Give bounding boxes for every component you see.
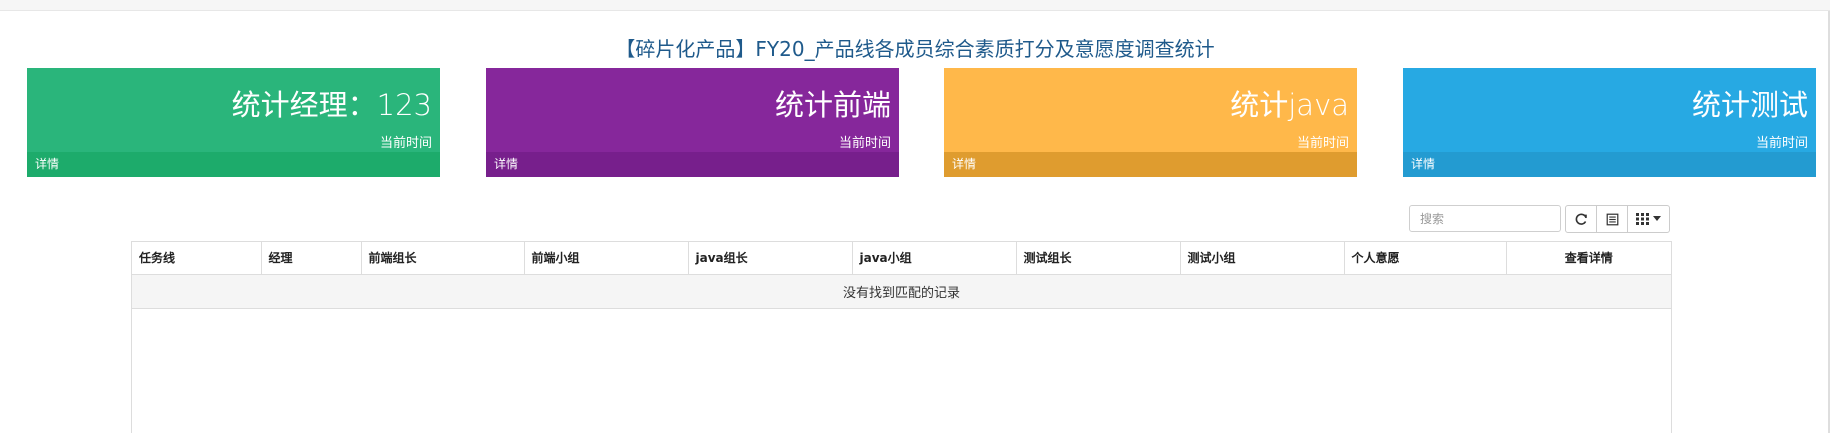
card-detail-link[interactable]: 详情 [27,152,440,177]
top-bar [0,0,1830,11]
card-body: 统计测试 当前时间 [1403,68,1816,152]
card-body: 统计java 当前时间 [944,68,1357,152]
card-time: 当前时间 [1296,136,1349,151]
column-header-test-lead[interactable]: 测试组长 [1016,242,1181,275]
search-input[interactable] [1409,205,1561,232]
refresh-icon [1575,213,1587,225]
card-time: 当前时间 [1755,136,1808,151]
column-header-manager[interactable]: 经理 [261,242,362,275]
stat-card-manager: 统计经理：123 当前时间 详情 [27,68,440,177]
card-body: 统计前端 当前时间 [486,68,899,152]
column-header-view-details[interactable]: 查看详情 [1506,242,1671,275]
stat-card-java: 统计java 当前时间 详情 [944,68,1357,177]
card-detail-link[interactable]: 详情 [1403,152,1816,177]
column-header-frontend-group[interactable]: 前端小组 [524,242,689,275]
column-header-java-group[interactable]: java小组 [852,242,1017,275]
column-header-task-line[interactable]: 任务线 [132,242,262,275]
card-time: 当前时间 [838,136,891,151]
column-header-java-lead[interactable]: java组长 [688,242,853,275]
toggle-view-button[interactable] [1596,205,1628,233]
caret-down-icon [1653,216,1661,221]
stat-card-frontend: 统计前端 当前时间 详情 [486,68,899,177]
column-header-personal-willingness[interactable]: 个人意愿 [1344,242,1507,275]
card-value: 统计测试 [1691,88,1808,122]
table-header-row: 任务线 经理 前端组长 前端小组 java组长 java小组 测试组长 测试小组… [132,242,1671,275]
refresh-button[interactable] [1565,205,1597,233]
list-toggle-icon [1606,213,1618,225]
table-toolbar-buttons [1565,205,1670,233]
columns-grid-icon [1636,213,1649,225]
card-value: 统计前端 [774,88,891,122]
table-row: 没有找到匹配的记录 [132,274,1671,309]
empty-table-message: 没有找到匹配的记录 [132,274,1671,309]
card-time: 当前时间 [379,136,432,151]
stat-card-test: 统计测试 当前时间 详情 [1403,68,1816,177]
column-header-frontend-lead[interactable]: 前端组长 [361,242,525,275]
columns-dropdown-button[interactable] [1627,205,1670,233]
card-detail-link[interactable]: 详情 [944,152,1357,177]
card-value: 统计java [1230,88,1349,122]
data-table: 任务线 经理 前端组长 前端小组 java组长 java小组 测试组长 测试小组… [131,241,1672,433]
card-body: 统计经理：123 当前时间 [27,68,440,152]
column-header-test-group[interactable]: 测试小组 [1180,242,1345,275]
card-value: 统计经理：123 [231,88,432,122]
page-title: 【碎片化产品】FY20_产品线各成员综合素质打分及意愿度调查统计 [615,37,1215,61]
card-detail-link[interactable]: 详情 [486,152,899,177]
